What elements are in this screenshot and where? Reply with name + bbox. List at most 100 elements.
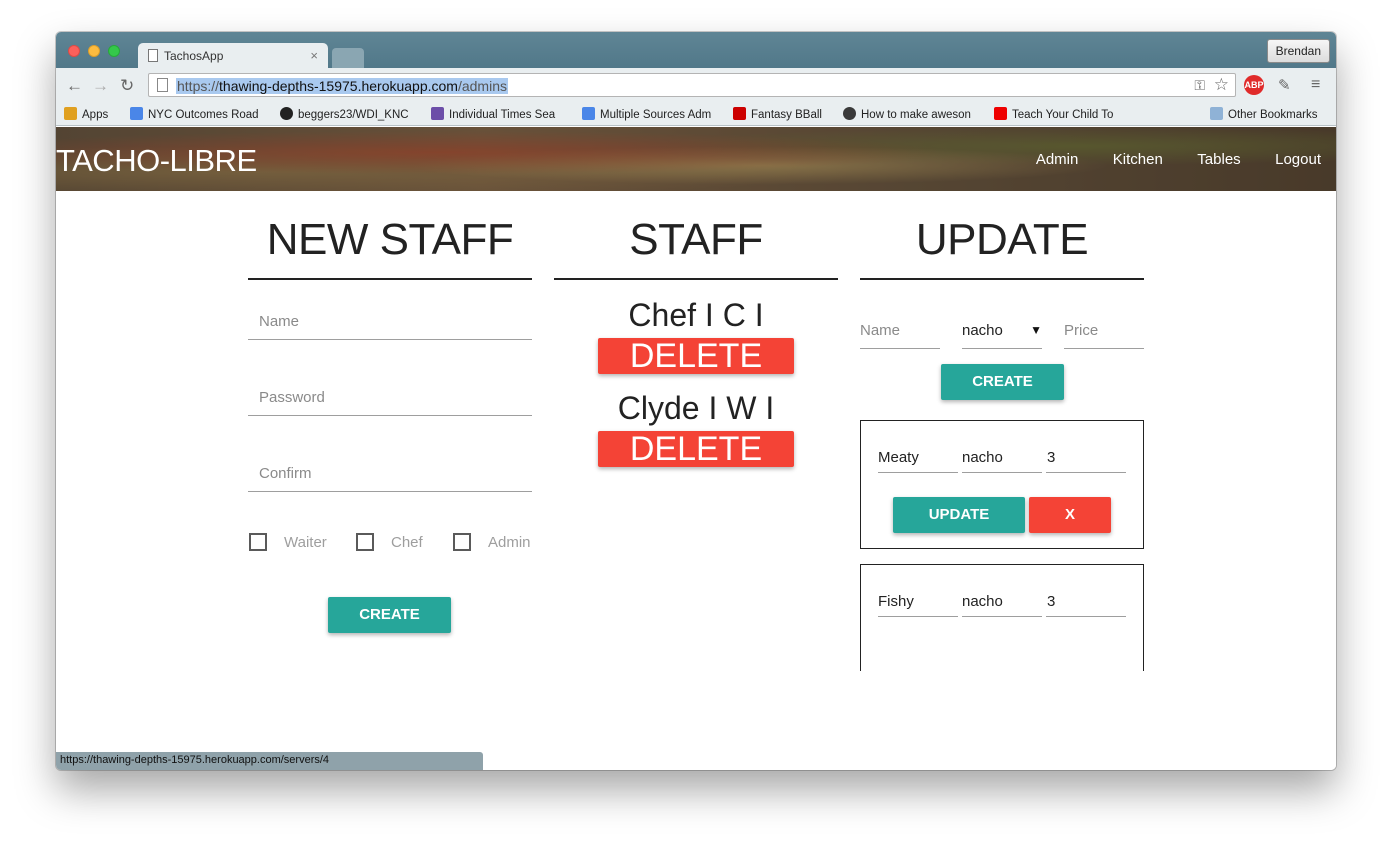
item-type-select[interactable]: nacho ▼: [962, 317, 1042, 349]
item-type-field[interactable]: nacho: [962, 587, 1042, 617]
dropdown-arrow-icon: ▼: [1030, 323, 1042, 337]
bookmark-nyc-outcomes[interactable]: NYC Outcomes Road: [130, 107, 266, 121]
item-type: nacho: [962, 449, 1003, 466]
checkbox-box[interactable]: [249, 533, 267, 551]
brand-logo[interactable]: TACHO-LIBRE: [56, 143, 257, 179]
divider: [860, 278, 1144, 280]
name-placeholder: Name: [259, 313, 300, 330]
navbar: TACHO-LIBRE Admin Kitchen Tables Logout: [56, 127, 1336, 191]
item-card: Fishy nacho 3: [860, 564, 1144, 671]
bookmark-other[interactable]: Other Bookmarks: [1210, 107, 1330, 121]
confirm-input[interactable]: Confirm: [248, 460, 532, 492]
bookmark-label: Apps: [82, 109, 109, 121]
reload-icon[interactable]: ↻: [120, 76, 134, 96]
zoom-window-button[interactable]: [108, 45, 120, 57]
divider: [248, 278, 532, 280]
close-window-button[interactable]: [68, 45, 80, 57]
usa-swimming-icon: [431, 107, 444, 120]
nav-link-kitchen[interactable]: Kitchen: [1113, 151, 1163, 168]
status-bar-url: https://thawing-depths-15975.herokuapp.c…: [56, 752, 483, 770]
bookmark-label: beggers23/WDI_KNC: [298, 109, 409, 121]
remove-item-button[interactable]: X: [1029, 497, 1111, 533]
page-icon: [157, 78, 168, 92]
doc-icon: [582, 107, 595, 120]
item-type: nacho: [962, 593, 1003, 610]
key-icon[interactable]: ⚿: [1194, 77, 1205, 94]
bookmark-apps[interactable]: Apps: [64, 107, 124, 121]
password-input[interactable]: Password: [248, 384, 532, 416]
create-item-button[interactable]: CREATE: [941, 364, 1064, 400]
item-card: Meaty nacho 3 UPDATE X: [860, 420, 1144, 549]
item-name-input[interactable]: Name: [860, 317, 940, 349]
back-icon[interactable]: ←: [66, 76, 83, 96]
checkbox-box[interactable]: [453, 533, 471, 551]
update-item-button[interactable]: UPDATE: [893, 497, 1025, 533]
create-staff-button[interactable]: CREATE: [328, 597, 451, 633]
tab-close-icon[interactable]: ×: [310, 48, 318, 63]
nav-links: Admin Kitchen Tables Logout: [1006, 151, 1321, 169]
item-name-field[interactable]: Fishy: [878, 587, 958, 617]
bookmark-label: Multiple Sources Adm: [600, 109, 712, 121]
name-placeholder: Name: [860, 322, 901, 339]
bookmark-fantasy-bball[interactable]: Fantasy BBall: [733, 107, 833, 121]
profile-button[interactable]: Brendan: [1266, 39, 1330, 63]
folder-icon: [1210, 107, 1223, 120]
bookmarks-bar: Apps NYC Outcomes Road beggers23/WDI_KNC…: [56, 102, 1336, 126]
delete-staff-button[interactable]: DELETE: [598, 338, 794, 374]
bookmark-github[interactable]: beggers23/WDI_KNC: [280, 107, 416, 121]
forward-icon[interactable]: →: [92, 76, 109, 96]
doc-icon: [130, 107, 143, 120]
eyedropper-icon[interactable]: ✎: [1278, 76, 1291, 94]
delete-staff-button[interactable]: DELETE: [598, 431, 794, 467]
adblock-icon[interactable]: ABP: [1244, 75, 1264, 95]
espn-icon: [733, 107, 746, 120]
update-column: UPDATE Name nacho ▼ Price CREATE Meaty n…: [860, 191, 1144, 671]
title-bar: TachosApp × Brendan: [56, 32, 1336, 69]
admin-label: Admin: [488, 534, 531, 551]
bookmark-how-to-make[interactable]: How to make aweson: [843, 107, 979, 121]
staff-name: Clyde I W I: [617, 390, 775, 426]
nav-link-logout[interactable]: Logout: [1275, 151, 1321, 168]
browser-toolbar: ← → ↻ https://thawing-depths-15975.herok…: [56, 68, 1336, 102]
item-price-input[interactable]: Price: [1064, 317, 1144, 349]
url-path: /admins: [457, 78, 507, 94]
youtube-icon: [994, 107, 1007, 120]
name-input[interactable]: Name: [248, 308, 532, 340]
bookmark-multiple-sources[interactable]: Multiple Sources Adm: [582, 107, 718, 121]
item-type-field[interactable]: nacho: [962, 443, 1042, 473]
bookmark-individual-times[interactable]: Individual Times Sea: [431, 107, 567, 121]
checkbox-box[interactable]: [356, 533, 374, 551]
github-icon: [280, 107, 293, 120]
type-selected-value: nacho: [962, 322, 1003, 339]
new-tab-button[interactable]: [332, 48, 364, 68]
address-bar[interactable]: https://thawing-depths-15975.herokuapp.c…: [148, 73, 1236, 97]
bookmark-label: NYC Outcomes Road: [148, 109, 259, 121]
item-price-field[interactable]: 3: [1046, 587, 1126, 617]
confirm-placeholder: Confirm: [259, 465, 312, 482]
tab-title: TachosApp: [164, 49, 224, 63]
menu-icon[interactable]: ≡: [1311, 76, 1320, 94]
bookmark-teach-your-child[interactable]: Teach Your Child To: [994, 107, 1130, 121]
item-price-field[interactable]: 3: [1046, 443, 1126, 473]
divider: [554, 278, 838, 280]
url-text[interactable]: https://thawing-depths-15975.herokuapp.c…: [176, 78, 508, 94]
item-name-field[interactable]: Meaty: [878, 443, 958, 473]
item-name: Meaty: [878, 449, 919, 466]
bookmark-star-icon[interactable]: ☆: [1214, 75, 1229, 95]
bookmark-label: Other Bookmarks: [1228, 109, 1318, 121]
apps-grid-icon: [64, 107, 77, 120]
site-icon: [843, 107, 856, 120]
new-staff-title: NEW STAFF: [266, 215, 514, 264]
nav-link-tables[interactable]: Tables: [1197, 151, 1240, 168]
chef-label: Chef: [391, 534, 423, 551]
minimize-window-button[interactable]: [88, 45, 100, 57]
nav-link-admin[interactable]: Admin: [1036, 151, 1079, 168]
password-placeholder: Password: [259, 389, 325, 406]
item-price: 3: [1047, 593, 1056, 610]
url-scheme: https://: [177, 78, 220, 94]
bookmark-label: Individual Times Sea: [449, 109, 556, 121]
browser-tab[interactable]: TachosApp ×: [138, 43, 328, 69]
item-name: Fishy: [878, 593, 914, 610]
price-placeholder: Price: [1064, 322, 1099, 339]
bookmark-label: Teach Your Child To: [1012, 109, 1114, 121]
